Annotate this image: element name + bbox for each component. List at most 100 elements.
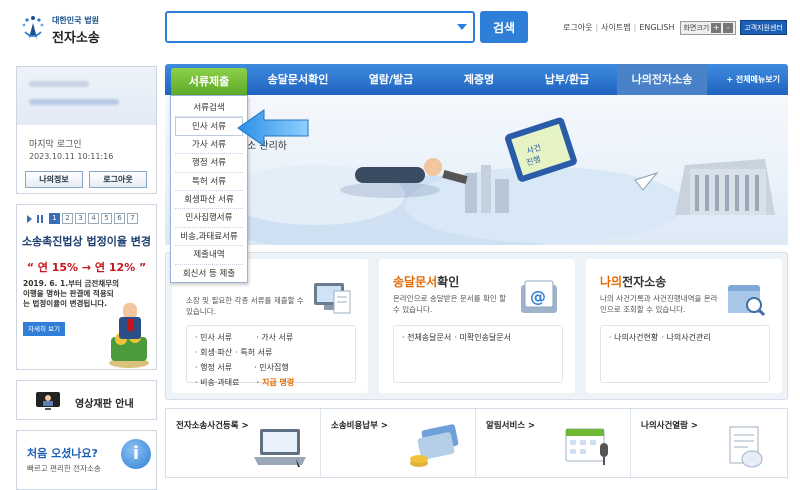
logout-link[interactable]: 로그아웃: [563, 22, 592, 33]
dd-item-patent[interactable]: 특허 서류: [175, 173, 243, 191]
logout-button[interactable]: 로그아웃: [89, 171, 147, 188]
link-family[interactable]: · 가사 서류: [256, 330, 312, 345]
quick-my-case-view[interactable]: 나의사건열람 >: [631, 409, 786, 477]
banner-page-2[interactable]: 2: [62, 213, 73, 224]
my-info-button[interactable]: 나의정보: [25, 171, 83, 188]
link-unread-documents[interactable]: · 미확인송달문서: [454, 330, 511, 345]
dd-item-bankruptcy[interactable]: 회생파산 서류: [175, 191, 243, 210]
monitor-person-icon: [36, 392, 60, 410]
card-title[interactable]: 송달문서확인: [393, 273, 459, 290]
quick-label: 나의사건열람 >: [641, 421, 699, 431]
card-title-part: 나의: [600, 275, 623, 289]
email-folder-icon: @: [521, 280, 557, 313]
logo-org: 대한민국 법원: [52, 16, 99, 25]
card-links: · 전체송달문서 · 미확인송달문서: [393, 325, 563, 383]
zoom-out-button[interactable]: -: [723, 22, 734, 33]
pointer-arrow-icon: [237, 109, 309, 147]
first-visit-subtitle: 빠르고 편리한 전자소송: [27, 464, 101, 473]
chevron-down-icon[interactable]: [457, 24, 467, 30]
english-link[interactable]: ENGLISH: [639, 23, 674, 32]
first-visit-title: 처음 오셨나요?: [27, 447, 98, 460]
help-center-button[interactable]: 고객지원센터: [740, 20, 787, 35]
banner-page-4[interactable]: 4: [88, 213, 99, 224]
info-icon: i: [121, 439, 151, 469]
nav-item-document-submit[interactable]: 서류제출: [171, 68, 247, 95]
nav-item-my-litigation[interactable]: 나의전자소송: [617, 64, 707, 95]
link-execution[interactable]: · 민사집행: [254, 360, 289, 375]
link-my-case-status[interactable]: · 나의사건현황: [609, 330, 658, 345]
nav-item-certificate[interactable]: 제증명: [439, 64, 519, 95]
card-title[interactable]: 나의전자소송: [600, 273, 666, 290]
banner-page-6[interactable]: 6: [114, 213, 125, 224]
separator: |: [633, 23, 637, 32]
link-civil[interactable]: · 민사 서류: [195, 330, 253, 345]
dd-item-submit-history[interactable]: 제출내역: [175, 246, 243, 265]
quick-label: 알림서비스 >: [486, 421, 536, 431]
blurred-id: [29, 99, 119, 105]
document-search-icon: [729, 426, 763, 468]
banner-controls: 1 2 3 4 5 6 7: [27, 213, 138, 224]
computer-document-icon: [314, 283, 351, 314]
card-links: · 민사 서류 · 가사 서류 · 회생·파산 · 특허 서류 · 행정 서류 …: [186, 325, 356, 387]
banner-page-3[interactable]: 3: [75, 213, 86, 224]
nav-item-service-check[interactable]: 송달문서확인: [253, 64, 343, 95]
nav-item-view-issue[interactable]: 열람/발급: [351, 64, 431, 95]
video-trial-guide[interactable]: 영상재판 안내: [16, 380, 157, 420]
pause-icon[interactable]: [37, 214, 43, 223]
dd-item-document-search[interactable]: 서류검색: [175, 99, 243, 118]
first-visit-panel[interactable]: 처음 오셨나요? 빠르고 편리한 전자소송 i: [16, 430, 157, 490]
banner-page-5[interactable]: 5: [101, 213, 112, 224]
quick-fee-payment[interactable]: 소송비용납부 >: [321, 409, 476, 477]
header: 대한민국 법원 전자소송 검색 로그아웃 | 사이트맵 | ENGLISH 화면…: [0, 0, 800, 58]
link-admin[interactable]: · 행정 서류: [195, 360, 251, 375]
blurred-name: [29, 81, 89, 87]
zoom-in-button[interactable]: +: [711, 22, 722, 33]
quick-notification[interactable]: 알림서비스 >: [476, 409, 631, 477]
dd-item-admin[interactable]: 행정 서류: [175, 154, 243, 173]
search-input[interactable]: [167, 13, 447, 41]
card-desc: 소장 및 필요한 각종 서류를 제출할 수 있습니다.: [186, 296, 304, 316]
dd-item-reply-submit[interactable]: 회신서 등 제출: [175, 265, 243, 283]
quick-label: 소송비용납부 >: [331, 421, 389, 431]
quick-case-register[interactable]: 전자소송사건등록 >: [166, 409, 321, 477]
video-trial-label: 영상재판 안내: [75, 399, 134, 410]
all-menu-button[interactable]: + 전체메뉴보기: [726, 64, 780, 95]
court-logo[interactable]: 대한민국 법원 전자소송: [20, 12, 130, 46]
service-cards: 소장 및 필요한 각종 서류를 제출할 수 있습니다. · 민사 서류 · 가사…: [165, 252, 788, 400]
dd-item-family[interactable]: 가사 서류: [175, 136, 243, 155]
promo-banner: 1 2 3 4 5 6 7 소송촉진법상 법정이율 변경 “ 연 15% → 연…: [16, 204, 157, 370]
card-desc: 온라인으로 송달받은 문서를 확인 할 수 있습니다.: [393, 294, 507, 314]
logo-title: 전자소송: [52, 31, 100, 46]
zoom-label: 화면크기: [683, 23, 710, 32]
link-bankruptcy[interactable]: · 회생·파산: [195, 345, 232, 360]
banner-page-7[interactable]: 7: [127, 213, 138, 224]
svg-text:@: @: [530, 287, 546, 306]
play-icon[interactable]: [27, 214, 32, 223]
zoom-control: 화면크기 + -: [680, 20, 737, 35]
dd-item-nonlitigation[interactable]: 비송,과태료서류: [175, 228, 243, 247]
promo-rate: “ 연 15% → 연 12% ”: [26, 261, 147, 274]
link-all-documents[interactable]: · 전체송달문서: [402, 330, 451, 345]
card-title-part: 송달문서: [393, 275, 438, 289]
money-illustration-icon: [109, 303, 149, 368]
link-nonlitigation[interactable]: · 비송·과태료: [195, 375, 253, 390]
separator: |: [595, 23, 599, 32]
dd-item-execution[interactable]: 민사집행서류: [175, 209, 243, 228]
laptop-icon: [254, 429, 306, 467]
link-my-case-manage[interactable]: · 나의사건관리: [661, 330, 710, 345]
card-title-part: 확인: [437, 275, 460, 289]
last-login-time: 2023.10.11 10:11:16: [29, 152, 114, 161]
card-service-check: 송달문서확인 온라인으로 송달받은 문서를 확인 할 수 있습니다. @ · 전…: [379, 259, 575, 393]
banner-page-1[interactable]: 1: [49, 213, 60, 224]
dd-item-civil[interactable]: 민사 서류: [175, 117, 243, 136]
promo-detail-button[interactable]: 자세히 보기: [23, 322, 65, 336]
quick-links: 전자소송사건등록 > 소송비용납부 > 알림서비스 > 나의사건열람 >: [165, 408, 788, 478]
link-patent[interactable]: · 특허 서류: [235, 345, 293, 360]
card-coins-icon: [410, 424, 459, 467]
login-panel: 마지막 로그인 2023.10.11 10:11:16 나의정보 로그아웃: [16, 66, 157, 194]
sitemap-link[interactable]: 사이트맵: [601, 22, 630, 33]
search-folder-icon: [728, 285, 766, 317]
link-payment-order[interactable]: · 지급 명령: [256, 375, 294, 390]
search-button[interactable]: 검색: [480, 11, 528, 43]
nav-item-payment[interactable]: 납부/환급: [527, 64, 607, 95]
